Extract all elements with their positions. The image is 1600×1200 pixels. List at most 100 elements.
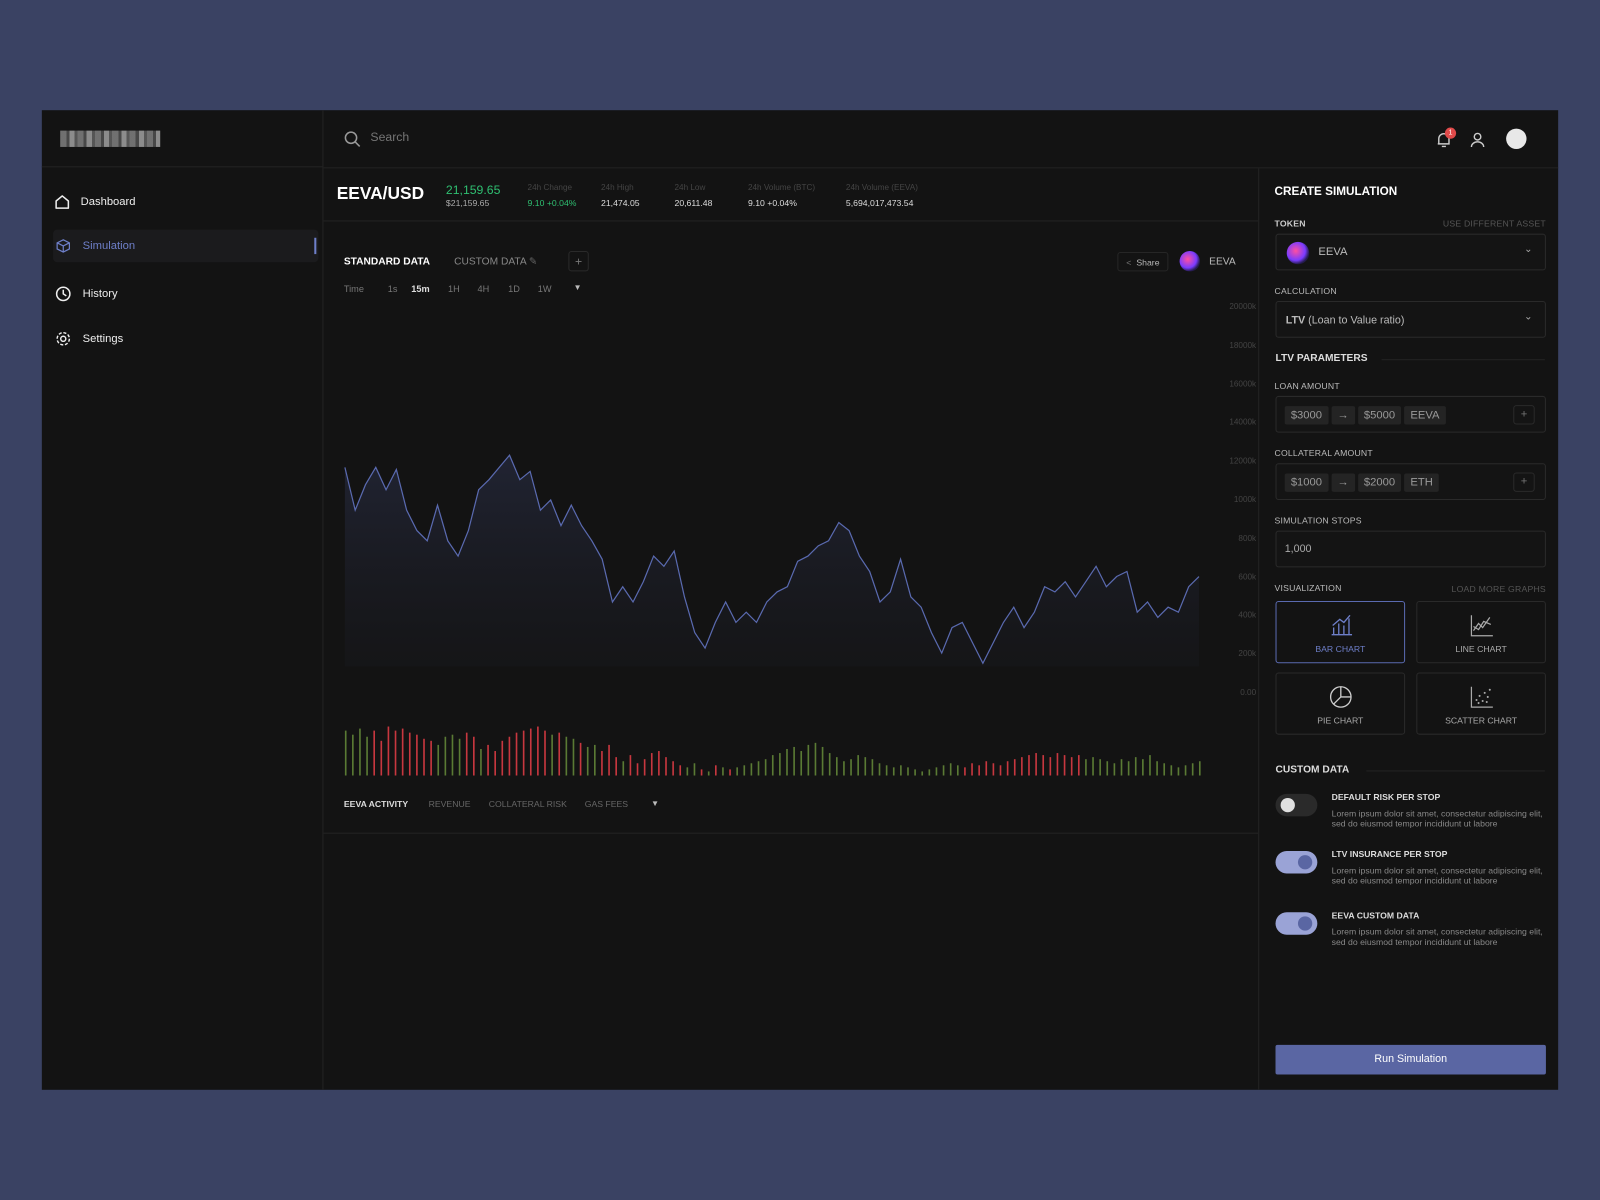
collateral-amount-field[interactable]: $1000 → $2000 ETH + <box>1275 463 1546 500</box>
toggle-title: DEFAULT RISK PER STOP <box>1331 791 1441 803</box>
volume-bar <box>501 740 504 776</box>
volume-bar <box>465 732 468 776</box>
volume-bar <box>850 759 852 776</box>
volume-bar <box>551 734 553 776</box>
volume-bar <box>857 755 859 776</box>
toggle-switch[interactable] <box>1275 851 1318 874</box>
volume-bar <box>1042 755 1045 776</box>
volume-bar <box>1063 755 1066 776</box>
loan-amount-field[interactable]: $3000 → $5000 EEVA + <box>1275 395 1546 433</box>
pie-chart-icon <box>1329 686 1352 708</box>
volume-bar <box>1035 753 1037 776</box>
pie-chart-option[interactable]: PIE CHART <box>1275 672 1406 735</box>
volume-bar <box>408 732 411 776</box>
volume-bar <box>416 734 418 776</box>
run-simulation-button[interactable]: Run Simulation <box>1275 1044 1546 1075</box>
volume-bar <box>736 767 738 776</box>
volume-bar <box>700 769 703 776</box>
bar-chart-icon <box>1331 614 1352 636</box>
volume-bar <box>522 730 525 776</box>
simulation-stops-input[interactable] <box>1284 542 1423 556</box>
volume-bar <box>1013 759 1016 776</box>
scatter-chart-option[interactable]: SCATTER CHART <box>1416 672 1546 735</box>
volume-bar <box>1120 759 1123 776</box>
bottom-tab[interactable]: EEVA ACTIVITY <box>344 799 408 809</box>
panel-title: CREATE SIMULATION <box>1274 185 1398 198</box>
toggle-switch[interactable] <box>1275 912 1318 935</box>
line-chart-icon <box>1470 615 1493 637</box>
volume-bar <box>686 767 689 776</box>
bottom-tab[interactable]: REVENUE <box>429 799 471 809</box>
volume-bar <box>1113 763 1116 776</box>
volume-bar <box>871 759 874 776</box>
volume-bar <box>992 763 995 776</box>
volume-bar <box>444 736 447 776</box>
volume-bar <box>608 744 610 776</box>
volume-bar <box>494 751 496 776</box>
volume-bar <box>835 757 838 776</box>
volume-bar <box>344 730 347 776</box>
volume-bar <box>693 763 696 776</box>
toggle-knob <box>1297 855 1313 870</box>
avatar[interactable] <box>1506 128 1527 149</box>
volume-bar <box>352 734 354 776</box>
volume-bar <box>672 761 674 776</box>
volume-bar <box>1177 767 1180 776</box>
bottom-tab[interactable]: COLLATERAL RISK <box>489 799 567 809</box>
volume-bar <box>565 736 568 776</box>
volume-bar <box>1198 761 1201 776</box>
more-tabs-dropdown-icon[interactable]: ▼ <box>651 799 659 808</box>
toggle-description: Lorem ipsum dolor sit amet, consectetur … <box>1331 865 1543 886</box>
bar-chart-option[interactable]: BAR CHART <box>1275 601 1406 664</box>
bottom-tab[interactable]: GAS FEES <box>585 799 628 809</box>
volume-bar <box>373 730 375 776</box>
volume-bar <box>892 767 895 776</box>
line-chart-option[interactable]: LINE CHART <box>1416 601 1546 664</box>
volume-bar <box>743 765 746 776</box>
price-chart <box>344 454 1201 776</box>
volume-bar <box>423 738 425 776</box>
volume-bar <box>821 746 824 776</box>
toggle-switch[interactable] <box>1275 793 1318 817</box>
volume-bar <box>928 769 931 776</box>
volume-bar <box>814 742 817 776</box>
volume-bar <box>1070 757 1073 776</box>
add-loan-button[interactable]: + <box>1513 405 1535 425</box>
volume-bar <box>964 767 966 776</box>
user-icon[interactable] <box>1469 132 1485 148</box>
volume-bar <box>786 748 788 776</box>
toggle-description: Lorem ipsum dolor sit amet, consectetur … <box>1331 926 1543 947</box>
volume-bar <box>537 726 539 776</box>
volume-bar <box>544 730 546 776</box>
volume-bar <box>985 761 988 776</box>
volume-bar <box>900 765 902 776</box>
volume-bar <box>1049 757 1052 776</box>
token-select[interactable]: EEVA ⌄ <box>1275 233 1546 271</box>
notification-button[interactable]: 1 <box>1436 127 1457 154</box>
add-collateral-button[interactable]: + <box>1513 472 1535 492</box>
volume-bar <box>487 744 489 776</box>
volume-bar <box>380 740 383 776</box>
use-different-asset-link[interactable]: USE DIFFERENT ASSET <box>1443 218 1546 228</box>
volume-bar <box>601 751 603 776</box>
calculation-select[interactable]: LTV (Loan to Value ratio) ⌄ <box>1275 301 1546 338</box>
volume-bar <box>1021 757 1023 776</box>
toggle-knob <box>1297 916 1313 931</box>
volume-bar <box>1149 755 1151 776</box>
volume-bar <box>1156 761 1158 776</box>
scatter-chart-icon <box>1470 686 1493 708</box>
volume-bar <box>1163 763 1166 776</box>
volume-bar <box>430 740 432 776</box>
volume-bar <box>401 728 404 776</box>
toggle-knob <box>1280 797 1295 813</box>
eeva-token-icon <box>1286 241 1310 265</box>
volume-bar <box>949 763 952 776</box>
volume-bar <box>622 761 625 776</box>
volume-bar <box>722 767 724 776</box>
volume-bar <box>451 734 454 776</box>
volume-bar <box>921 771 924 776</box>
load-more-graphs-link[interactable]: LOAD MORE GRAPHS <box>1452 584 1546 594</box>
volume-bar <box>828 753 831 776</box>
volume-bar <box>529 728 532 776</box>
volume-bar <box>707 771 710 776</box>
